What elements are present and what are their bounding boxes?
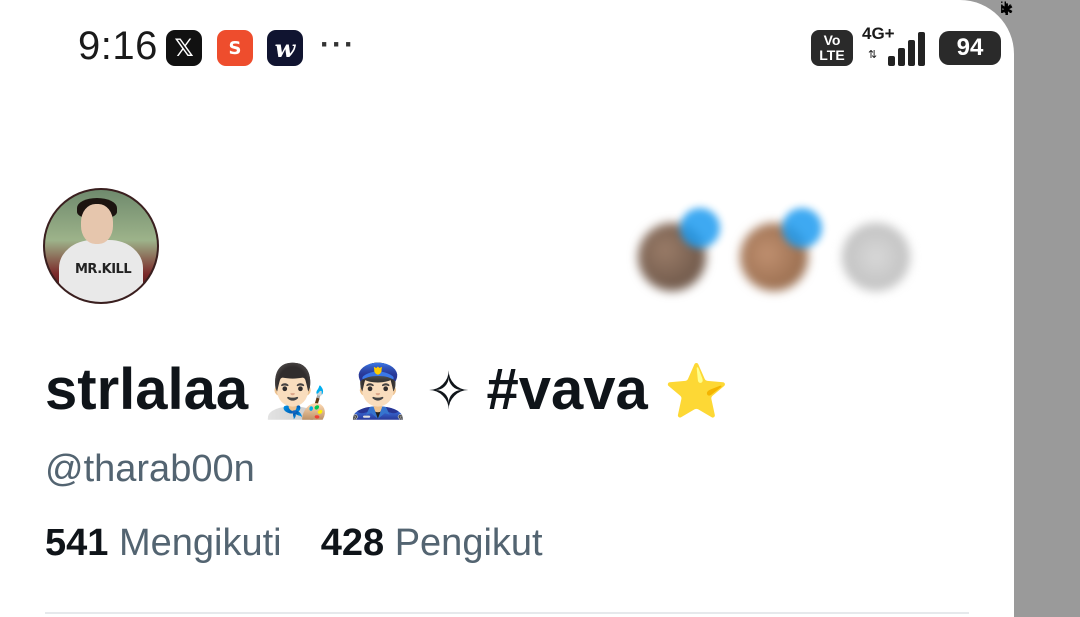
screen: ✱ ik 9:16 𝕏 S w ··· Vo LTE 4G+ ⇅ 94 MR.K…: [0, 0, 1080, 617]
webtoon-icon: w: [267, 30, 303, 66]
profile-avatar[interactable]: MR.KILL: [45, 190, 157, 302]
followers-link[interactable]: 428 Pengikut: [321, 522, 543, 564]
divider: [45, 612, 969, 614]
battery-indicator: 94: [939, 31, 1001, 65]
more-accounts-icon[interactable]: [842, 223, 910, 291]
volte-line2: LTE: [819, 47, 845, 63]
name-hashtag: #vava: [486, 357, 648, 422]
display-name-text: strlalaa: [45, 357, 249, 422]
avatar-shirt-text: MR.KILL: [75, 262, 132, 277]
following-link[interactable]: 541 Mengikuti: [45, 522, 282, 564]
volte-line1: Vo: [823, 32, 841, 48]
name-emojis: 👨🏻‍🎨 👮🏻‍♂️ ✧: [264, 362, 471, 422]
following-label: Mengikuti: [118, 522, 282, 564]
more-notifications-icon: ···: [320, 28, 356, 61]
follow-stats: 541 Mengikuti 428 Pengikut: [45, 522, 543, 565]
display-name: strlalaa 👨🏻‍🎨 👮🏻‍♂️ ✧ #vava ⭐: [45, 356, 729, 423]
x-icon: 𝕏: [166, 30, 202, 66]
verified-badge-icon: [782, 208, 822, 248]
data-activity-icon: ⇅: [868, 49, 878, 61]
navigation-drawer: 9:16 𝕏 S w ··· Vo LTE 4G+ ⇅ 94 MR.KILL s…: [0, 0, 1014, 617]
following-count: 541: [45, 522, 109, 564]
status-bar: 9:16 𝕏 S w ··· Vo LTE 4G+ ⇅ 94: [0, 0, 1014, 90]
status-time: 9:16: [78, 24, 158, 68]
star-icon: ⭐: [663, 362, 729, 422]
signal-icon: [884, 30, 928, 66]
shopee-icon: S: [217, 30, 253, 66]
followers-label: Pengikut: [394, 522, 543, 564]
volte-icon: Vo LTE: [811, 30, 853, 66]
followers-count: 428: [320, 522, 385, 564]
verified-badge-icon: [680, 208, 720, 248]
user-handle: @tharab00n: [45, 448, 255, 490]
